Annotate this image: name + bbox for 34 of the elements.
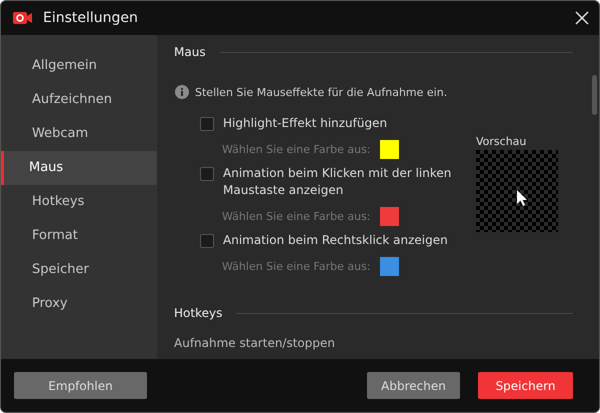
option-label: Animation beim Klicken mit der linken Maustaste anzeigen — [223, 165, 452, 199]
window-title: Einstellungen — [43, 10, 139, 26]
sidebar-item[interactable]: Aufzeichnen — [1, 83, 157, 117]
cancel-button[interactable]: Abbrechen — [367, 372, 460, 399]
recommended-button[interactable]: Empfohlen — [14, 372, 147, 399]
save-button[interactable]: Speichern — [478, 372, 573, 399]
section-heading: Hotkeys — [174, 306, 222, 320]
info-text: Stellen Sie Mauseffekte für die Aufnahme ein. — [195, 86, 448, 98]
option-label: Animation beim Rechtsklick anzeigen — [223, 232, 448, 249]
close-icon[interactable] — [575, 11, 589, 25]
preview-label: Vorschau — [476, 135, 528, 148]
cursor-icon — [517, 190, 528, 207]
sidebar-item[interactable]: Webcam — [1, 117, 157, 151]
checkbox[interactable] — [200, 234, 214, 248]
hotkey-label: Aufnahme starten/stoppen — [174, 336, 335, 350]
color-swatch[interactable] — [380, 256, 399, 276]
sidebar-item[interactable]: Proxy — [1, 287, 157, 321]
sidebar-item[interactable]: Maus — [1, 151, 157, 185]
camera-icon — [13, 11, 33, 25]
sidebar-item[interactable]: Allgemein — [1, 49, 157, 83]
option-label: Highlight-Effekt hinzufügen — [223, 115, 388, 132]
color-swatch[interactable] — [380, 206, 399, 226]
sidebar-item[interactable]: Speicher — [1, 253, 157, 287]
sidebar-item[interactable]: Hotkeys — [1, 185, 157, 219]
color-label: Wählen Sie eine Farbe aus: — [222, 210, 371, 222]
checkbox[interactable] — [200, 117, 214, 131]
checkbox[interactable] — [200, 167, 214, 181]
section-heading: Maus — [174, 45, 206, 59]
color-label: Wählen Sie eine Farbe aus: — [222, 142, 371, 156]
color-label: Wählen Sie eine Farbe aus: — [222, 260, 371, 272]
color-swatch[interactable] — [380, 140, 399, 158]
scrollbar-thumb[interactable] — [592, 75, 597, 115]
info-icon — [175, 85, 189, 99]
sidebar-item[interactable]: Format — [1, 219, 157, 253]
